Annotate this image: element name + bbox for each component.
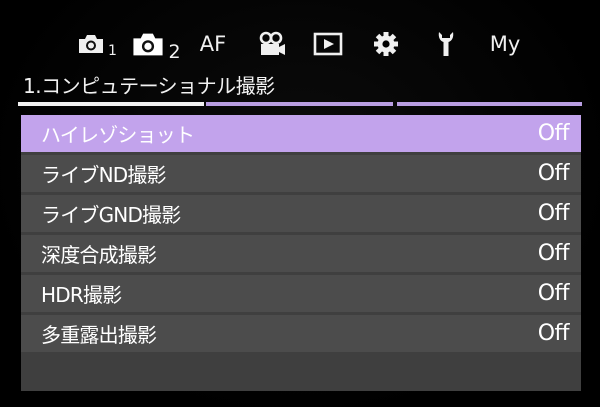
menu-tab-bar: 1 2 AF My (0, 22, 600, 66)
menu-list: ハイレゾショット Off ライブND撮影 Off ライブGND撮影 Off 深度… (21, 115, 581, 391)
menu-item-label: HDR撮影 (41, 283, 122, 307)
tab-setup[interactable] (366, 22, 406, 66)
page-indicator (206, 102, 393, 106)
tab-number: 1 (108, 43, 117, 59)
menu-item-live-gnd[interactable]: ライブGND撮影 Off (21, 195, 581, 232)
menu-item-label: ハイレゾショット (41, 123, 195, 147)
tab-number: 2 (168, 41, 181, 63)
tab-playback[interactable] (308, 22, 348, 66)
wrench-icon (437, 30, 455, 58)
tab-shooting-2[interactable]: 2 (128, 22, 184, 66)
menu-item-value: Off (537, 201, 570, 226)
menu-item-multiple-exposure[interactable]: 多重露出撮影 Off (21, 315, 581, 352)
page-indicator (397, 102, 582, 106)
menu-item-value: Off (537, 121, 570, 146)
tab-my-menu[interactable]: My (480, 22, 530, 66)
tab-custom[interactable] (428, 22, 464, 66)
tab-shooting-1[interactable]: 1 (72, 22, 122, 66)
tab-af[interactable]: AF (192, 22, 234, 66)
menu-item-live-nd[interactable]: ライブND撮影 Off (21, 155, 581, 192)
menu-item-value: Off (537, 241, 570, 266)
menu-item-label: ライブND撮影 (41, 163, 167, 187)
menu-item-value: Off (537, 321, 570, 346)
menu-item-label: 多重露出撮影 (41, 323, 157, 347)
menu-item-value: Off (537, 281, 570, 306)
tab-video[interactable] (252, 22, 292, 66)
gear-icon (373, 31, 399, 57)
menu-item-high-res-shot[interactable]: ハイレゾショット Off (21, 115, 581, 152)
menu-item-hdr[interactable]: HDR撮影 Off (21, 275, 581, 312)
menu-item-label: 深度合成撮影 (41, 243, 157, 267)
menu-item-value: Off (537, 161, 570, 186)
tab-af-label: AF (199, 32, 227, 56)
camera-menu-screen: 1 2 AF My 1.コンピュテーショナル撮影 ハイレゾショット Off ライ… (0, 0, 600, 407)
play-icon (313, 32, 343, 56)
page-title: 1.コンピュテーショナル撮影 (23, 74, 275, 98)
menu-item-label: ライブGND撮影 (41, 203, 181, 227)
video-camera-icon (258, 31, 286, 57)
tab-my-menu-label: My (489, 32, 521, 56)
menu-item-focus-stacking[interactable]: 深度合成撮影 Off (21, 235, 581, 272)
camera-icon (131, 31, 165, 58)
camera-icon (77, 33, 105, 55)
page-indicator-current (18, 102, 204, 106)
